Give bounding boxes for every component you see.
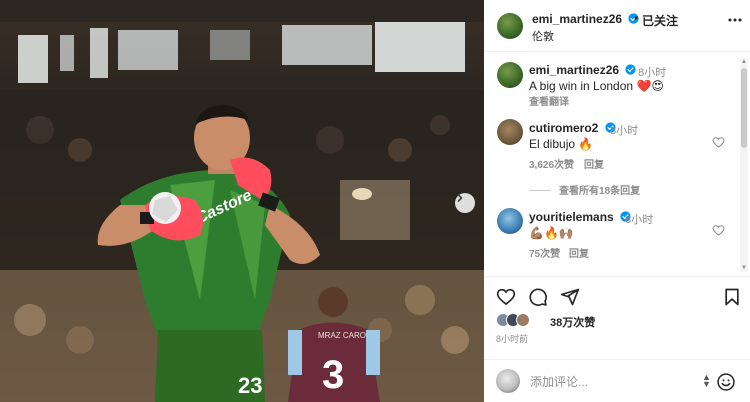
chevron-right-icon xyxy=(457,194,463,202)
commenter-username[interactable]: youritielemans xyxy=(529,210,614,224)
author-username-row[interactable]: emi_martinez26 xyxy=(532,12,640,26)
scrollbar-thumb[interactable] xyxy=(741,68,747,148)
more-options-icon[interactable] xyxy=(727,12,743,28)
comments-scrollbar[interactable]: ▲ ▼ xyxy=(740,58,748,272)
back-jersey-name: MRAZ CARO xyxy=(318,331,366,340)
reply-button[interactable]: 回复 xyxy=(569,245,589,260)
comment-time[interactable]: 8小时 xyxy=(610,122,638,138)
comments-list[interactable]: emi_martinez26 8小时 A big win in London ❤… xyxy=(484,52,740,276)
commenter-username-row[interactable]: youritielemans xyxy=(529,210,631,224)
post-location[interactable]: 伦敦 xyxy=(532,28,554,44)
shorts-number: 23 xyxy=(238,373,262,398)
share-icon[interactable] xyxy=(560,287,580,307)
comment-like-count[interactable]: 75次赞 xyxy=(529,245,560,260)
comment-text: El dibujo xyxy=(529,137,576,151)
author-avatar[interactable] xyxy=(497,13,523,39)
commenter-username[interactable]: cutiromero2 xyxy=(529,121,598,135)
post-sidebar: emi_martinez26 • 已关注 伦敦 emi_martinez26 8… xyxy=(484,0,750,402)
back-jersey-number: 3 xyxy=(322,353,344,397)
replies-divider-line xyxy=(529,190,551,191)
header-separator-dot: • xyxy=(634,11,639,25)
next-photo-button[interactable] xyxy=(455,193,475,213)
up-down-arrows-icon[interactable]: ▲ ▼ xyxy=(702,373,711,389)
player-photo-illustration: MRAZ CARO 3 23 Castore xyxy=(0,0,484,402)
posted-time[interactable]: 8小时前 xyxy=(496,332,528,345)
commenter-avatar[interactable] xyxy=(497,119,523,145)
following-button[interactable]: 已关注 xyxy=(642,12,678,29)
author-username[interactable]: emi_martinez26 xyxy=(532,12,622,26)
commenter-username-row[interactable]: cutiromero2 xyxy=(529,121,616,135)
caption-text-row: A big win in London ❤️😍 xyxy=(529,79,664,93)
commenter-avatar[interactable] xyxy=(497,208,523,234)
comment-time[interactable]: 6小时 xyxy=(625,211,653,227)
add-comment-input[interactable] xyxy=(530,372,680,392)
likes-count[interactable]: 38万次赞 xyxy=(550,314,595,330)
liker-avatar xyxy=(516,313,530,327)
heart-icon[interactable] xyxy=(496,287,516,307)
caption-emojis: ❤️😍 xyxy=(636,79,664,93)
add-comment-bar: ▲▼ xyxy=(484,359,750,402)
comment-emoji: 🔥 xyxy=(578,137,594,151)
scroll-up-arrow-icon[interactable]: ▲ xyxy=(741,59,747,65)
caption-text: A big win in London xyxy=(529,79,634,93)
heart-icon[interactable] xyxy=(712,224,725,237)
verified-badge-icon xyxy=(625,64,637,75)
translate-link[interactable]: 查看翻译 xyxy=(529,93,569,108)
comment-text-row: El dibujo 🔥 xyxy=(529,137,593,151)
comment-text-row: 💪🏽🔥🙌🏽 xyxy=(529,226,574,240)
caption-time[interactable]: 8小时 xyxy=(638,64,666,80)
caption-username[interactable]: emi_martinez26 xyxy=(529,63,619,77)
reply-button[interactable]: 回复 xyxy=(584,156,604,171)
scroll-down-arrow-icon[interactable]: ▼ xyxy=(741,265,747,271)
comment-icon[interactable] xyxy=(528,287,548,307)
emoji-icon[interactable] xyxy=(716,372,736,392)
bookmark-icon[interactable] xyxy=(722,287,742,307)
post-photo[interactable]: MRAZ CARO 3 23 Castore xyxy=(0,0,484,402)
view-replies-label[interactable]: 查看所有18条回复 xyxy=(559,186,640,197)
comment-like-count[interactable]: 3,626次赞 xyxy=(529,156,574,171)
view-replies-link[interactable]: 查看所有18条回复 xyxy=(529,182,640,197)
comment-emoji: 💪🏽🔥🙌🏽 xyxy=(529,226,574,240)
post-header: emi_martinez26 • 已关注 伦敦 xyxy=(484,0,750,52)
caption-username-row[interactable]: emi_martinez26 xyxy=(529,63,637,77)
post-actions: 38万次赞 8小时前 ▲▼ xyxy=(484,276,750,402)
heart-icon[interactable] xyxy=(712,136,725,149)
caption-avatar[interactable] xyxy=(497,62,523,88)
current-user-avatar[interactable] xyxy=(496,369,520,393)
